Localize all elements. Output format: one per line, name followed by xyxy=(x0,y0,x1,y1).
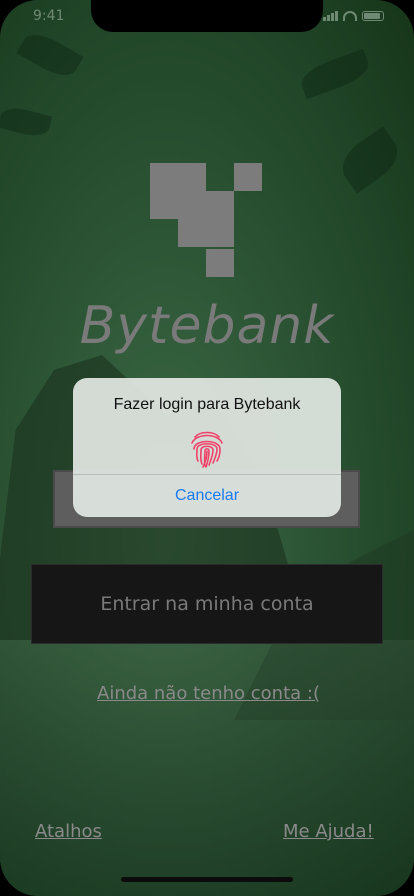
status-icons xyxy=(323,11,384,21)
battery-icon xyxy=(362,11,384,21)
login-button[interactable]: Entrar na minha conta xyxy=(31,564,383,644)
logo-square xyxy=(178,191,206,219)
shortcuts-link[interactable]: Atalhos xyxy=(35,821,102,842)
signal-icon xyxy=(323,11,338,21)
background-leaf xyxy=(297,48,373,100)
background-leaf xyxy=(333,126,407,194)
bytebank-logo xyxy=(150,163,262,277)
help-link[interactable]: Me Ajuda! xyxy=(283,821,374,842)
status-time: 9:41 xyxy=(33,8,65,24)
device-notch xyxy=(91,0,323,32)
logo-square xyxy=(150,191,178,219)
wifi-icon xyxy=(343,11,357,21)
home-indicator xyxy=(121,877,293,882)
background-leaf xyxy=(0,103,53,141)
touch-id-dialog: Fazer login para Bytebank Cancelar xyxy=(73,378,341,517)
login-screen: 9:41 Bytebank Entrar na minha conta Aind… xyxy=(0,0,414,896)
fingerprint-icon xyxy=(191,431,223,468)
logo-square xyxy=(234,163,262,191)
brand-name: Bytebank xyxy=(79,296,335,356)
background-water xyxy=(0,640,414,896)
cancel-button[interactable]: Cancelar xyxy=(73,475,341,517)
logo-square xyxy=(206,191,234,219)
logo-square xyxy=(150,163,178,191)
logo-square xyxy=(206,249,234,277)
logo-square xyxy=(178,163,206,191)
background-leaf xyxy=(16,27,84,83)
dialog-title: Fazer login para Bytebank xyxy=(113,396,301,413)
logo-square xyxy=(178,219,206,247)
logo-square xyxy=(206,219,234,247)
signup-link[interactable]: Ainda não tenho conta :( xyxy=(97,683,320,704)
